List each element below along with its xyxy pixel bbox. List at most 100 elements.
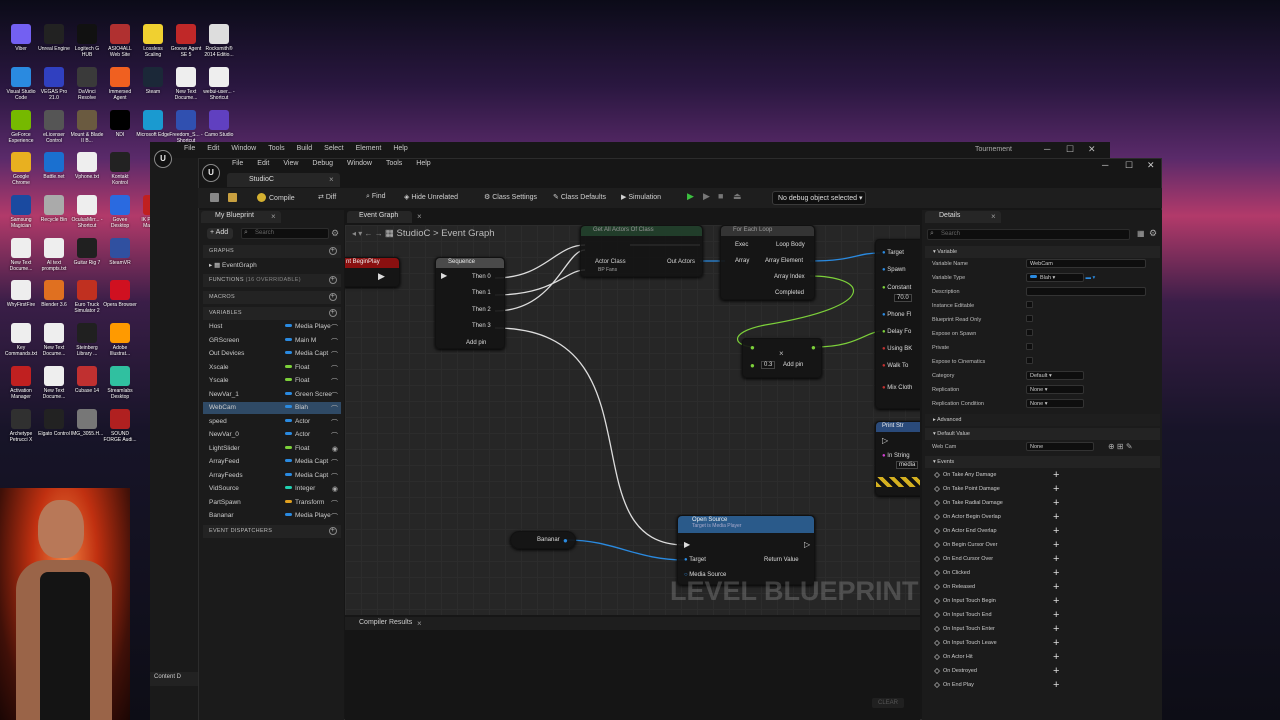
- desktop-icon[interactable]: OculusMirr... - Shortcut: [70, 195, 104, 229]
- node-event-beginplay[interactable]: nt BeginPlay ▶: [345, 257, 400, 287]
- add-function-icon[interactable]: +: [329, 276, 337, 284]
- desktop-icon[interactable]: Opera Browser: [103, 280, 137, 308]
- mix-pin[interactable]: ● Mix Cloth: [882, 385, 912, 391]
- eye-closed-icon[interactable]: ⌒: [331, 431, 338, 441]
- desktop-icon[interactable]: New Text Docume...: [37, 323, 71, 357]
- add-event-button[interactable]: +: [1053, 637, 1059, 649]
- find-button[interactable]: ⌕ Find: [366, 193, 386, 201]
- menu-item-help[interactable]: Help: [416, 160, 430, 167]
- section-macros[interactable]: MACROS +: [203, 291, 341, 304]
- desktop-icon[interactable]: Recycle Bin: [37, 195, 71, 223]
- add-graph-icon[interactable]: +: [329, 247, 337, 255]
- section-default-value[interactable]: ▾ Default Value: [925, 428, 1160, 440]
- browse-arrow-icon[interactable]: ⊕ ⊞ ✎: [1108, 442, 1133, 451]
- section-variables[interactable]: VARIABLES +: [203, 307, 341, 320]
- close-icon[interactable]: ×: [991, 212, 996, 221]
- menu-item-tools[interactable]: Tools: [268, 145, 284, 152]
- eye-closed-icon[interactable]: ⌒: [331, 499, 338, 509]
- breadcrumb-leaf[interactable]: Event Graph: [441, 228, 494, 239]
- menu-item-file[interactable]: File: [232, 160, 243, 167]
- add-event-button[interactable]: +: [1053, 539, 1059, 551]
- add-event-button[interactable]: +: [1053, 525, 1059, 537]
- variable-type[interactable]: Main M: [285, 337, 316, 344]
- property-checkbox[interactable]: [1026, 301, 1033, 308]
- variable-row[interactable]: speed Actor ⌒: [203, 416, 341, 428]
- property-checkbox[interactable]: [1026, 357, 1033, 364]
- in-string-pin[interactable]: ● In String: [882, 453, 910, 459]
- variable-type[interactable]: Blah: [285, 404, 308, 411]
- section-event-dispatchers[interactable]: EVENT DISPATCHERS +: [203, 525, 341, 538]
- variable-type[interactable]: Float: [285, 445, 309, 452]
- desktop-icon[interactable]: Samsung Magician: [4, 195, 38, 229]
- desktop-icon[interactable]: ASIO4ALL Web Site: [103, 24, 137, 58]
- variable-type[interactable]: Float: [285, 364, 309, 371]
- add-variable-icon[interactable]: +: [329, 309, 337, 317]
- float-out-pin[interactable]: ●: [811, 343, 816, 352]
- actor-class-value[interactable]: BP Fans: [598, 267, 617, 273]
- maximize-icon[interactable]: ☐: [1066, 144, 1074, 155]
- value-input[interactable]: 0.3: [761, 361, 776, 369]
- variable-row[interactable]: ArrayFeed Media Capt ⌒: [203, 456, 341, 468]
- variable-row[interactable]: NewVar_1 Green Scree ⌒: [203, 389, 341, 401]
- tab-details[interactable]: Details ×: [925, 211, 1001, 223]
- class-settings-button[interactable]: ⚙ Class Settings: [484, 193, 537, 201]
- step-icon[interactable]: ▶: [703, 191, 710, 202]
- exec-in-pin[interactable]: ▶: [684, 540, 690, 549]
- menu-item-element[interactable]: Element: [356, 145, 382, 152]
- close-icon[interactable]: ×: [417, 212, 422, 221]
- desktop-icon[interactable]: Immersed Agent: [103, 67, 137, 101]
- desktop-icon[interactable]: Activation Manager: [4, 366, 38, 400]
- simulation-button[interactable]: ▶ Simulation: [621, 193, 661, 201]
- desktop-icon[interactable]: Battle.net: [37, 152, 71, 180]
- tab-event-graph[interactable]: Event Graph ×: [347, 211, 422, 223]
- add-event-button[interactable]: +: [1053, 665, 1059, 677]
- desktop-icon[interactable]: Unreal Engine: [37, 24, 71, 52]
- desktop-icon[interactable]: Govee Desktop: [103, 195, 137, 229]
- desktop-icon[interactable]: VEGAS Pro 21.0: [37, 67, 71, 101]
- property-dropdown[interactable]: Default ▾: [1026, 371, 1084, 380]
- return-value-pin[interactable]: Return Value: [764, 557, 799, 563]
- property-text-field[interactable]: WebCam: [1026, 259, 1146, 268]
- using-pin[interactable]: ● Using BK: [882, 346, 912, 352]
- then3-pin[interactable]: Then 3: [472, 323, 491, 329]
- graph-back-icon[interactable]: ◂ ▾ ← →: [352, 229, 385, 238]
- phone-pin[interactable]: ● Phone Fl: [882, 312, 911, 318]
- add-pin-button[interactable]: Add pin: [783, 362, 803, 368]
- property-checkbox[interactable]: [1026, 329, 1033, 336]
- node-get-bananar[interactable]: Bananar ●: [510, 531, 576, 549]
- search-input[interactable]: Search: [241, 228, 329, 239]
- variable-row[interactable]: GRScreen Main M ⌒: [203, 335, 341, 347]
- menu-item-window[interactable]: Window: [231, 145, 256, 152]
- desktop-icon[interactable]: Camo Studio: [202, 110, 236, 138]
- desktop-icon[interactable]: Kontakt Kontrol: [103, 152, 137, 186]
- settings-gear-icon[interactable]: ⚙: [331, 228, 339, 239]
- add-event-button[interactable]: +: [1053, 553, 1059, 565]
- variable-row[interactable]: Yscale Float ⌒: [203, 375, 341, 387]
- desktop-icon[interactable]: Cubase 14: [70, 366, 104, 394]
- maximize-icon[interactable]: ☐: [1125, 160, 1133, 171]
- exec-in-pin[interactable]: Exec: [735, 242, 748, 248]
- eye-closed-icon[interactable]: ⌒: [331, 323, 338, 333]
- web-cam-select[interactable]: None: [1026, 442, 1094, 451]
- exec-out-pin[interactable]: ▷: [804, 540, 810, 549]
- desktop-icon[interactable]: Visual Studio Code: [4, 67, 38, 101]
- desktop-icon[interactable]: Archetype Petrucci X: [4, 409, 38, 443]
- variable-type[interactable]: Actor: [285, 418, 310, 425]
- diff-button[interactable]: ⇄ Diff: [318, 193, 336, 201]
- desktop-icon[interactable]: Steam: [136, 67, 170, 95]
- variable-type[interactable]: Actor: [285, 431, 310, 438]
- compile-button[interactable]: Compile: [257, 193, 295, 202]
- spawn-pin[interactable]: ● Spawn: [882, 267, 906, 273]
- desktop-icon[interactable]: Lossless Scaling: [136, 24, 170, 58]
- variable-row[interactable]: ArrayFeeds Media Capt ⌒: [203, 470, 341, 482]
- desktop-icon[interactable]: Steinberg Library ...: [70, 323, 104, 357]
- add-event-button[interactable]: +: [1053, 511, 1059, 523]
- float-in-pin[interactable]: ●: [750, 343, 755, 352]
- menu-item-tools[interactable]: Tools: [386, 160, 402, 167]
- variable-type[interactable]: Media Playe: [285, 323, 331, 330]
- variable-row[interactable]: Out Devices Media Capt ⌒: [203, 348, 341, 360]
- node-right-partial[interactable]: ● Target ● Spawn ● Constant 70.0 ● Phone…: [875, 239, 920, 409]
- clear-button[interactable]: CLEAR: [872, 698, 905, 708]
- desktop-icon[interactable]: SOUND FORGE Audi...: [103, 409, 137, 443]
- menu-item-help[interactable]: Help: [393, 145, 407, 152]
